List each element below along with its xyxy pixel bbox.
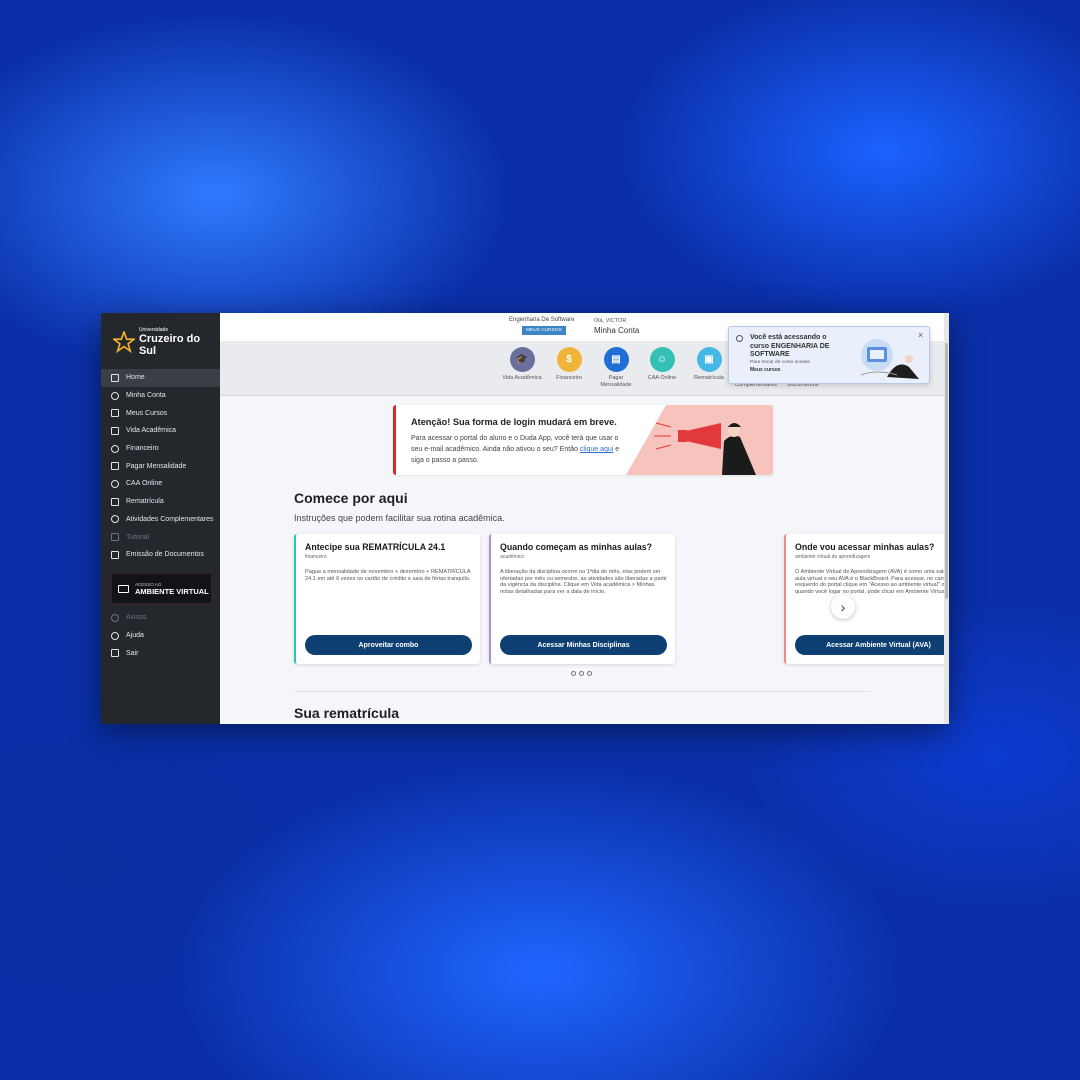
sidebar-item-label: Sair bbox=[126, 649, 139, 657]
course-notification: Você está acessando o curso ENGENHARIA D… bbox=[728, 326, 930, 384]
acessar-disciplinas-button[interactable]: Acessar Minhas Disciplinas bbox=[500, 635, 667, 655]
ava-title: AMBIENTE VIRTUAL bbox=[135, 586, 209, 596]
login-change-banner: Atenção! Sua forma de login mudará em br… bbox=[393, 405, 773, 475]
sidebar-item-label: Home bbox=[126, 374, 145, 382]
quick-label: Pagar Mensalidade bbox=[600, 375, 632, 388]
courses-icon bbox=[111, 409, 119, 418]
sidebar-item-label: Vida Acadêmica bbox=[126, 427, 177, 435]
sidebar-item-sair[interactable]: Sair bbox=[101, 644, 220, 662]
browser-window: Universidade Cruzeiro do Sul Home Minha … bbox=[101, 313, 949, 724]
carousel-dot[interactable] bbox=[571, 671, 576, 676]
sidebar-item-home[interactable]: Home bbox=[101, 369, 220, 387]
acessar-ava-button[interactable]: Acessar Ambiente Virtual (AVA) bbox=[795, 635, 944, 655]
logo-title: Cruzeiro do Sul bbox=[138, 333, 201, 357]
banner-title: Atenção! Sua forma de login mudará em br… bbox=[411, 417, 617, 427]
sidebar-item-atividades[interactable]: Atividades Complementares bbox=[101, 511, 220, 529]
sidebar-item-minha-conta[interactable]: Minha Conta bbox=[101, 387, 220, 405]
divider bbox=[294, 691, 870, 692]
account-link[interactable]: Minha Conta bbox=[594, 326, 639, 335]
sidebar-item-label: Minha Conta bbox=[126, 392, 166, 400]
sidebar-item-tutorial[interactable]: Tutorial bbox=[101, 528, 220, 546]
sidebar-item-vida-academica[interactable]: Vida Acadêmica bbox=[101, 422, 220, 440]
card-rematricula: Antecipe sua REMATRÍCULA 24.1 financeiro… bbox=[294, 534, 480, 664]
sidebar-item-label: Pagar Mensalidade bbox=[126, 462, 187, 470]
sidebar-item-label: Avisos bbox=[126, 614, 147, 622]
rematricula-section-title: Sua rematrícula bbox=[294, 705, 400, 721]
scrollbar-thumb[interactable] bbox=[945, 343, 948, 599]
sidebar-item-label: Financeiro bbox=[126, 445, 159, 453]
carousel-dots bbox=[571, 671, 592, 676]
notification-illustration bbox=[860, 339, 919, 379]
card-tag: financeiro bbox=[305, 554, 327, 560]
card-title: Quando começam as minhas aulas? bbox=[500, 542, 653, 552]
help-icon bbox=[111, 631, 119, 640]
monitor-icon bbox=[118, 584, 129, 593]
sidebar-item-caa-online[interactable]: CAA Online bbox=[101, 475, 220, 493]
user-greeting: Olá, VICTOR bbox=[594, 318, 627, 324]
bell-icon bbox=[111, 613, 119, 622]
section-subtitle: Instruções que podem facilitar sua rotin… bbox=[294, 513, 505, 523]
banner-link[interactable]: clique aqui bbox=[580, 446, 613, 453]
megaphone-illustration bbox=[626, 405, 773, 475]
info-icon bbox=[736, 335, 743, 342]
card-text: O Ambiente Virtual de Aprendizagem (AVA)… bbox=[795, 569, 944, 596]
sidebar-bottom-nav: Avisos Ajuda Sair bbox=[101, 609, 220, 662]
sidebar-nav: Home Minha Conta Meus Cursos Vida Acadêm… bbox=[101, 369, 220, 564]
notification-title: Você está acessando o curso ENGENHARIA D… bbox=[750, 334, 830, 358]
main-content: Atenção! Sua forma de login mudará em br… bbox=[220, 395, 944, 724]
sidebar-item-label: Rematrícula bbox=[126, 498, 164, 506]
document-icon bbox=[111, 550, 119, 559]
headset-icon: ☺ bbox=[649, 347, 675, 372]
sidebar-item-label: Atividades Complementares bbox=[126, 515, 214, 523]
headset-icon bbox=[111, 479, 119, 488]
sidebar-item-avisos[interactable]: Avisos bbox=[101, 609, 220, 627]
chevron-right-icon[interactable]: › bbox=[831, 595, 855, 619]
sidebar: Universidade Cruzeiro do Sul Home Minha … bbox=[101, 313, 220, 724]
sidebar-item-label: Ajuda bbox=[126, 632, 144, 640]
sidebar-item-label: Tutorial bbox=[126, 533, 150, 541]
dollar-icon bbox=[111, 444, 119, 453]
card-text: A liberação da disciplina ocorre no 1ºdi… bbox=[500, 569, 667, 596]
check-icon bbox=[111, 515, 119, 524]
payment-icon bbox=[111, 462, 119, 471]
banner-text: Para acessar o portal do aluno e o Duda … bbox=[411, 435, 620, 464]
my-courses-badge[interactable]: MEUS CURSOS bbox=[522, 326, 566, 335]
carousel-dot[interactable] bbox=[579, 671, 584, 676]
sidebar-item-label: Emissão de Documentos bbox=[126, 551, 204, 559]
card-tag: acadêmico bbox=[500, 554, 525, 560]
card-text: Pague a mensalidade de novembro + dezemb… bbox=[305, 569, 471, 582]
sidebar-item-label: Meus Cursos bbox=[126, 409, 168, 417]
logout-icon bbox=[111, 649, 119, 658]
sidebar-item-financeiro[interactable]: Financeiro bbox=[101, 440, 220, 458]
sidebar-item-pagar-mensalidade[interactable]: Pagar Mensalidade bbox=[101, 457, 220, 475]
sidebar-item-documentos[interactable]: Emissão de Documentos bbox=[101, 546, 220, 564]
user-icon bbox=[111, 391, 119, 400]
star-logo-icon bbox=[113, 331, 135, 353]
sidebar-item-ajuda[interactable]: Ajuda bbox=[101, 627, 220, 645]
carousel-dot[interactable] bbox=[587, 671, 592, 676]
payment-icon: ▤ bbox=[603, 347, 629, 372]
sidebar-item-label: CAA Online bbox=[126, 480, 163, 488]
aproveitar-combo-button[interactable]: Aproveitar combo bbox=[305, 635, 472, 655]
university-logo[interactable]: Universidade Cruzeiro do Sul bbox=[113, 327, 220, 357]
card-title: Onde vou acessar minhas aulas? bbox=[795, 542, 935, 552]
graduation-cap-icon: 🎓 bbox=[509, 347, 535, 372]
section-title: Comece por aqui bbox=[294, 490, 408, 506]
card-title: Antecipe sua REMATRÍCULA 24.1 bbox=[305, 542, 446, 552]
notification-link[interactable]: Meus cursos bbox=[750, 367, 781, 373]
sidebar-item-meus-cursos[interactable]: Meus Cursos bbox=[101, 404, 220, 422]
enroll-icon: ▣ bbox=[696, 347, 722, 372]
graduation-cap-icon bbox=[111, 426, 119, 435]
enroll-icon bbox=[111, 497, 119, 506]
ambiente-virtual-button[interactable]: ACESSO AO AMBIENTE VIRTUAL bbox=[111, 573, 212, 604]
dollar-icon: $ bbox=[556, 347, 582, 372]
card-aulas: Quando começam as minhas aulas? acadêmic… bbox=[489, 534, 675, 664]
card-ava: Onde vou acessar minhas aulas? ambiente … bbox=[784, 534, 944, 664]
notification-subtitle: Para trocar de curso acesse bbox=[750, 360, 810, 365]
sidebar-item-rematricula[interactable]: Rematrícula bbox=[101, 493, 220, 511]
tutorial-icon bbox=[111, 533, 119, 542]
card-tag: ambiente virtual de aprendizagem bbox=[795, 554, 871, 560]
course-name: Engenharia De Software bbox=[509, 317, 575, 323]
home-icon bbox=[111, 373, 119, 382]
